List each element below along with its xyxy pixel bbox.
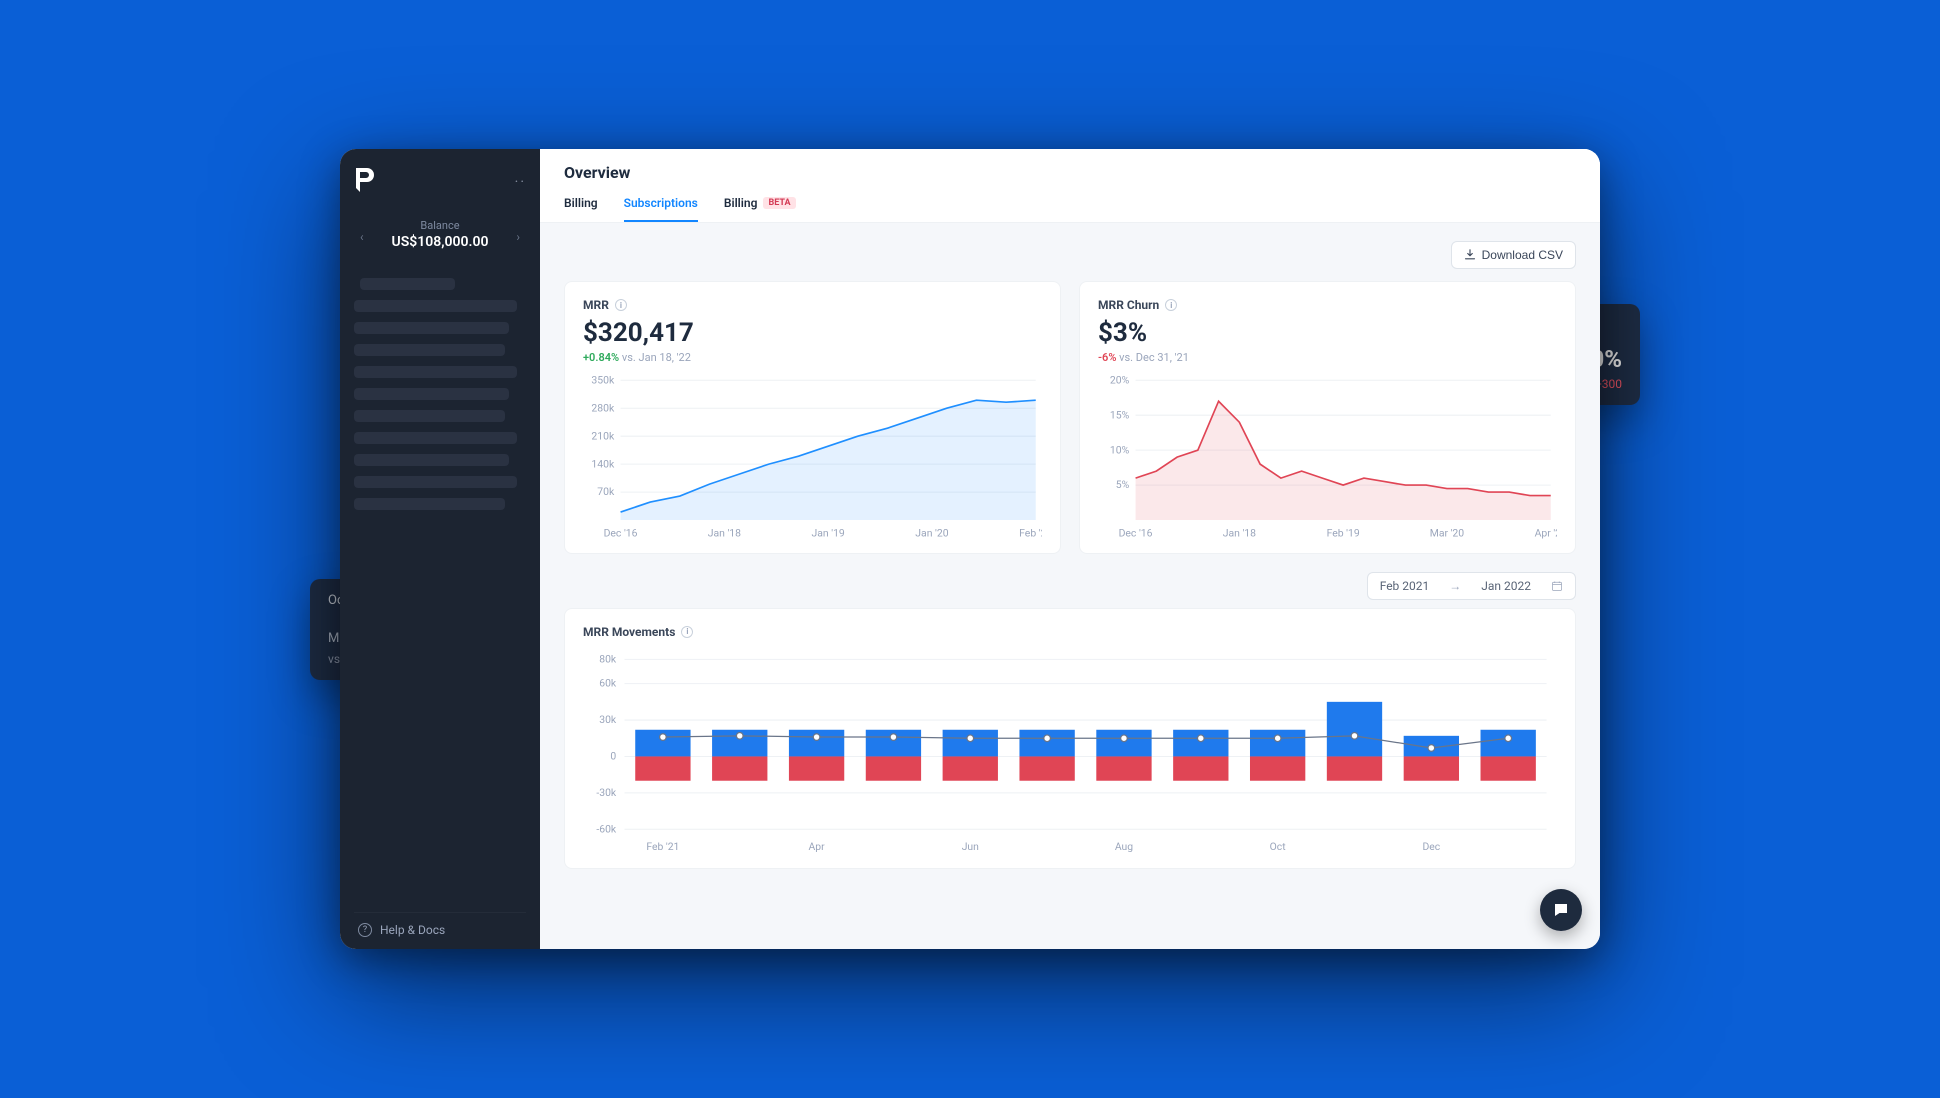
balance-next[interactable]: ›: [516, 230, 520, 244]
app-window: ·· ‹ Balance US$108,000.00 › ? Help & Do…: [340, 149, 1600, 949]
card-delta: -6%: [1098, 351, 1116, 364]
card-mrr: MRR i $320,417 +0.84% vs. Jan 18, '22 70…: [564, 281, 1061, 554]
svg-text:Aug: Aug: [1115, 840, 1133, 853]
balance-value: US$108,000.00: [354, 234, 526, 250]
chat-icon: [1552, 901, 1570, 919]
main-area: Overview Billing Subscriptions Billing B…: [540, 149, 1600, 949]
range-to: Jan 2022: [1481, 579, 1531, 593]
arrow-right-icon: →: [1449, 579, 1461, 593]
info-icon[interactable]: i: [681, 626, 693, 638]
svg-text:15%: 15%: [1110, 408, 1130, 421]
svg-text:140k: 140k: [591, 457, 615, 470]
svg-text:Dec: Dec: [1422, 840, 1440, 853]
svg-text:Dec '16: Dec '16: [1119, 527, 1153, 540]
svg-text:Dec '16: Dec '16: [604, 527, 638, 540]
card-title: MRR Movements: [583, 625, 675, 639]
download-icon: [1464, 249, 1476, 261]
svg-text:80k: 80k: [599, 652, 617, 665]
svg-text:Jan '18: Jan '18: [1223, 527, 1256, 540]
svg-text:20%: 20%: [1110, 374, 1130, 386]
download-csv-button[interactable]: Download CSV: [1451, 241, 1576, 269]
chart-movements: -60k -30k 0 30k 60k 80k Feb '21 Apr Jun Aug Oct Dec: [583, 649, 1557, 856]
svg-text:0: 0: [610, 749, 616, 762]
svg-text:-60k: -60k: [596, 822, 617, 835]
card-delta: +0.84%: [583, 351, 619, 364]
calendar-icon: [1551, 580, 1563, 592]
more-icon[interactable]: ··: [515, 174, 526, 190]
svg-text:Feb '21: Feb '21: [1019, 527, 1042, 540]
balance-widget: ‹ Balance US$108,000.00 ›: [354, 213, 526, 260]
header: Overview Billing Subscriptions Billing B…: [540, 149, 1600, 223]
info-icon[interactable]: i: [615, 299, 627, 311]
page-title: Overview: [564, 163, 1576, 182]
svg-text:Mar '20: Mar '20: [1430, 527, 1465, 540]
range-from: Feb 2021: [1380, 579, 1430, 593]
card-title: MRR: [583, 298, 609, 312]
info-icon[interactable]: i: [1165, 299, 1177, 311]
sidebar: ·· ‹ Balance US$108,000.00 › ? Help & Do…: [340, 149, 540, 949]
svg-text:5%: 5%: [1116, 478, 1130, 491]
svg-text:Apr: Apr: [809, 840, 826, 853]
svg-text:350k: 350k: [591, 374, 615, 386]
help-label: Help & Docs: [380, 923, 445, 937]
card-delta-suffix: vs. Dec 31, '21: [1119, 351, 1189, 364]
chart-churn: 5% 10% 15% 20% Dec '16 Jan '18 Feb '19 Mar '20 A…: [1098, 374, 1557, 541]
tab-billing[interactable]: Billing: [564, 196, 598, 222]
card-title: MRR Churn: [1098, 298, 1159, 312]
tab-billing-beta[interactable]: Billing BETA: [724, 196, 796, 222]
tabs: Billing Subscriptions Billing BETA: [564, 196, 1576, 222]
svg-text:210k: 210k: [591, 429, 615, 442]
svg-text:30k: 30k: [599, 713, 617, 726]
card-movements: MRR Movements i -60k -30k 0 30k 60k 80k Feb '2…: [564, 608, 1576, 869]
svg-text:Jan '19: Jan '19: [811, 527, 844, 540]
date-range-picker[interactable]: Feb 2021 → Jan 2022: [1367, 572, 1576, 600]
card-churn: MRR Churn i $3% -6% vs. Dec 31, '21 5% 10…: [1079, 281, 1576, 554]
help-icon: ?: [358, 923, 372, 937]
chat-button[interactable]: [1540, 889, 1582, 931]
card-value: $320,417: [583, 318, 1042, 348]
card-delta-suffix: vs. Jan 18, '22: [622, 351, 691, 364]
balance-label: Balance: [354, 219, 526, 232]
svg-text:10%: 10%: [1110, 443, 1130, 456]
chart-mrr: 70k 140k 210k 280k 350k Dec '16 Jan '18 Jan '19…: [583, 374, 1042, 541]
svg-text:Apr '21: Apr '21: [1535, 527, 1557, 540]
help-link[interactable]: ? Help & Docs: [354, 912, 526, 937]
svg-text:-30k: -30k: [596, 786, 617, 799]
nav-placeholder: [354, 268, 526, 912]
svg-text:Jan '18: Jan '18: [708, 527, 741, 540]
svg-text:Oct: Oct: [1270, 840, 1287, 853]
svg-text:Jan '20: Jan '20: [915, 527, 948, 540]
svg-text:280k: 280k: [591, 401, 615, 414]
svg-text:70k: 70k: [597, 485, 615, 498]
svg-text:Feb '19: Feb '19: [1327, 527, 1360, 540]
logo-icon: [354, 167, 374, 197]
beta-badge: BETA: [763, 197, 795, 209]
tab-subscriptions[interactable]: Subscriptions: [624, 196, 698, 222]
card-value: $3%: [1098, 318, 1557, 348]
svg-text:60k: 60k: [599, 677, 617, 690]
svg-text:Jun: Jun: [962, 840, 979, 853]
balance-prev[interactable]: ‹: [360, 230, 364, 244]
svg-text:Feb '21: Feb '21: [646, 840, 679, 853]
download-label: Download CSV: [1482, 248, 1563, 262]
content-body: Download CSV MRR i $320,417 +0.84% vs. J…: [540, 223, 1600, 949]
